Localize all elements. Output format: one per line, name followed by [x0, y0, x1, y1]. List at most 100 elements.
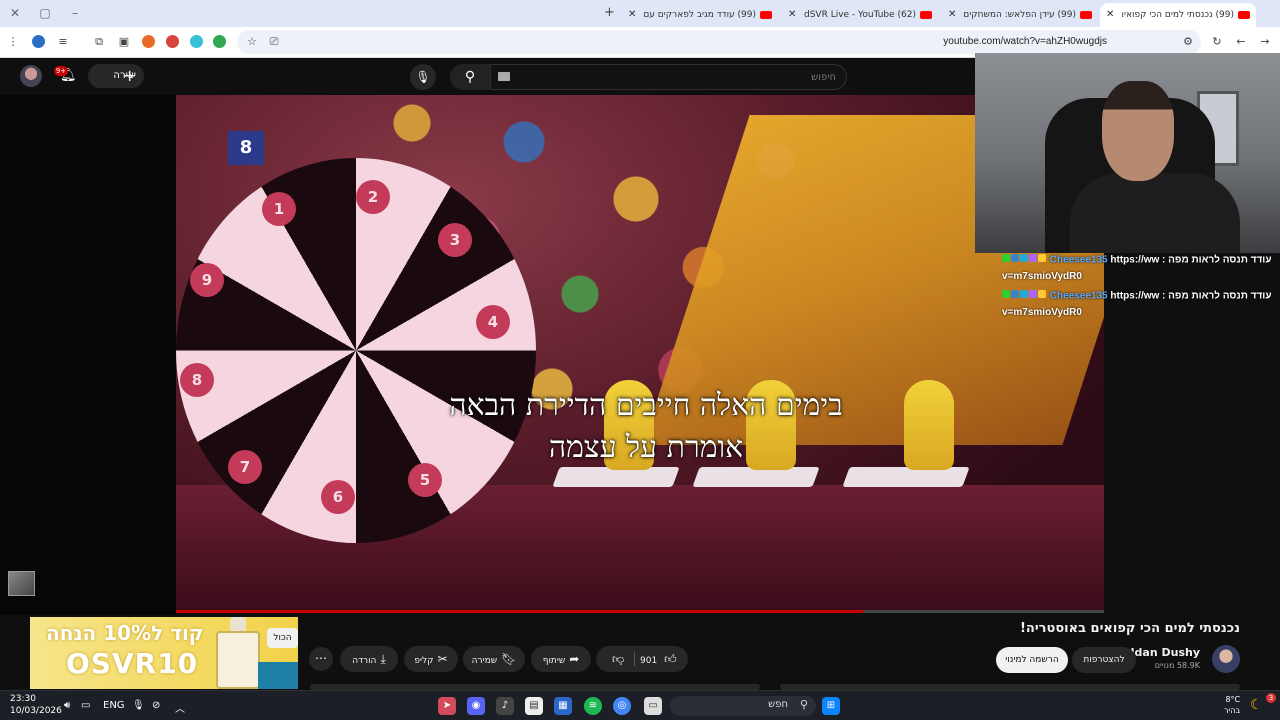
badge-icon	[1020, 254, 1028, 262]
account-avatar[interactable]	[20, 65, 42, 87]
keyboard-icon[interactable]	[498, 72, 510, 81]
join-button[interactable]: להצטרפות	[1072, 647, 1136, 673]
cast-icon[interactable]: ⎚	[267, 35, 281, 49]
extension-icon[interactable]	[142, 35, 155, 48]
weather-widget[interactable]: 8°C בהיר	[1224, 694, 1240, 716]
wheel-number: 3	[438, 223, 472, 257]
search-field[interactable]	[490, 64, 847, 90]
screen: { "browser": { "tabs": [ {"title": "(99)…	[0, 0, 1280, 720]
spotify-app-icon[interactable]: ≋	[584, 697, 602, 715]
extension-icon[interactable]	[190, 35, 203, 48]
close-tab-icon[interactable]: ✕	[628, 3, 636, 27]
telegram-app-icon[interactable]: ➤	[438, 697, 456, 715]
streamer-body	[1070, 173, 1240, 253]
extension-icon[interactable]	[213, 35, 226, 48]
weather-badge: 3	[1266, 693, 1276, 703]
close-window-icon[interactable]: ✕	[6, 5, 24, 21]
chat-text: עודד תנסה לראות מפה : https://ww	[1110, 254, 1272, 266]
subscribe-button[interactable]: הרשמה למינוי	[996, 647, 1068, 673]
promo-banner[interactable]: קוד ל10% הנחה OSVR10	[30, 617, 298, 689]
chevron-up-icon[interactable]: ︿	[175, 700, 185, 715]
forward-arrow-icon[interactable]: →	[1258, 35, 1272, 49]
taskbar-search[interactable]: חפש ⚲	[670, 696, 816, 716]
browser-tab[interactable]: ✕ (99) עודד מגיב לפארקים עם הו	[622, 3, 778, 27]
like-divider	[634, 652, 635, 666]
back-arrow-icon[interactable]: ←	[1234, 35, 1248, 49]
create-button[interactable]: + יצירה	[88, 64, 144, 88]
maximize-window-icon[interactable]: ▢	[36, 5, 54, 21]
close-tab-icon[interactable]: ✕	[1106, 3, 1114, 27]
display-icon[interactable]: ▭	[81, 700, 90, 711]
app-icon[interactable]: ♪	[496, 697, 514, 715]
apps-grid-icon[interactable]: ▦	[554, 697, 572, 715]
progress-fill	[176, 610, 863, 613]
video-progress-bar[interactable]	[176, 610, 1104, 613]
save-label: שמירה	[471, 656, 498, 666]
clip-button[interactable]: ✂קליפ	[404, 646, 458, 672]
close-tab-icon[interactable]: ✕	[788, 3, 796, 27]
browser-tab[interactable]: ✕ (62) OdedSVR Live - YouTube	[782, 3, 938, 27]
weather-condition: בהיר	[1224, 706, 1241, 715]
bookmark-star-icon[interactable]: ☆	[245, 35, 259, 49]
voice-search-mic-icon[interactable]: 🎙︎	[410, 64, 436, 90]
clock-time: 23:30	[10, 694, 36, 704]
browser-tab-active[interactable]: ✕ (99) נכנסתי למים הכי קפואים ב	[1100, 3, 1256, 27]
browser-tab[interactable]: ✕ (99) עידן הפלאש: המשחקים שי	[942, 3, 1098, 27]
subtitle-line: בימים האלה חייבים הדיירת הבאה	[449, 388, 843, 423]
like-button[interactable]: 901 👍︎	[640, 646, 677, 674]
windows-start-icon[interactable]: ⊞	[822, 697, 840, 715]
badge-icon	[1011, 254, 1019, 262]
badge-icon	[1002, 254, 1010, 262]
menu-dots-icon[interactable]: ⋮	[6, 35, 20, 49]
duck-stand	[552, 467, 680, 487]
volume-icon[interactable]: 🔊︎	[64, 700, 70, 711]
discord-app-icon[interactable]: ◉	[467, 697, 485, 715]
plus-icon: +	[123, 66, 137, 85]
download-button[interactable]: ⤓הורדה	[340, 646, 398, 672]
dislike-button[interactable]: 👎︎	[608, 646, 624, 674]
player-left-margin	[0, 95, 176, 615]
new-tab-button[interactable]: +	[604, 5, 615, 20]
share-button[interactable]: ➦שיתוף	[531, 646, 591, 672]
channel-avatar[interactable]	[1212, 645, 1240, 673]
chat-message: Cheesee135 עודד תנסה לראות מפה : https:/…	[1002, 252, 1280, 285]
reading-list-icon[interactable]: ≡	[56, 35, 70, 49]
close-tab-icon[interactable]: ✕	[948, 3, 956, 27]
taskbar-clock[interactable]: 23:30 10/03/2026	[10, 693, 62, 717]
subscriber-count: 58.9K מנויים	[1154, 661, 1200, 670]
address-bar[interactable]: ☆ ⎚ youtube.com/watch?v=ahZH0wugdjs ⚙	[237, 30, 1201, 54]
language-indicator[interactable]: ENG	[103, 700, 125, 711]
extension-icon[interactable]	[166, 35, 179, 48]
channel-name[interactable]: Idan Dushy	[1130, 646, 1200, 659]
save-button[interactable]: 🔖︎שמירה	[463, 646, 525, 672]
minimize-window-icon[interactable]: –	[66, 5, 84, 21]
url-text: youtube.com/watch?v=ahZH0wugdjs	[943, 36, 1107, 47]
network-off-icon[interactable]: ⊘	[152, 700, 160, 711]
microphone-icon[interactable]: 🎙︎	[132, 700, 145, 711]
tab-title: (99) נכנסתי למים הכי קפואים ב	[1122, 10, 1234, 20]
file-explorer-icon[interactable]: ▭	[644, 697, 662, 715]
notes-app-icon[interactable]: ▤	[525, 697, 543, 715]
search-icon: ⚲	[464, 69, 476, 85]
search-button[interactable]: ⚲	[450, 64, 490, 90]
wheel-number: 2	[356, 180, 390, 214]
join-label: להצטרפות	[1083, 655, 1125, 665]
tab-title: (62) OdedSVR Live - YouTube	[804, 10, 916, 20]
more-actions-icon[interactable]: ⋯	[309, 647, 333, 671]
taskbar-search-label: חפש	[768, 699, 788, 710]
download-label: הורדה	[352, 656, 377, 666]
video-player[interactable]: 1 2 3 4 5 6 7 8 9 8 בימים האלה חייבים הד…	[176, 95, 1104, 612]
mini-thumbnail[interactable]	[8, 571, 35, 596]
profile-avatar-icon[interactable]	[32, 35, 45, 48]
chip-all[interactable]: הכול	[267, 628, 298, 648]
site-settings-icon[interactable]: ⚙	[1181, 35, 1195, 49]
promo-text: קוד ל10% הנחה	[46, 621, 204, 645]
chat-username: Cheesee135	[1049, 290, 1108, 302]
streamer-head	[1102, 81, 1174, 181]
chat-text-continuation: v=m7smioVydR0	[1002, 306, 1082, 318]
chrome-app-icon[interactable]: ◎	[613, 697, 631, 715]
search-input[interactable]	[516, 69, 836, 85]
reload-icon[interactable]: ↻	[1210, 35, 1224, 49]
extensions-icon[interactable]: ⧉	[92, 35, 106, 49]
screenshot-icon[interactable]: ▣	[117, 35, 131, 49]
